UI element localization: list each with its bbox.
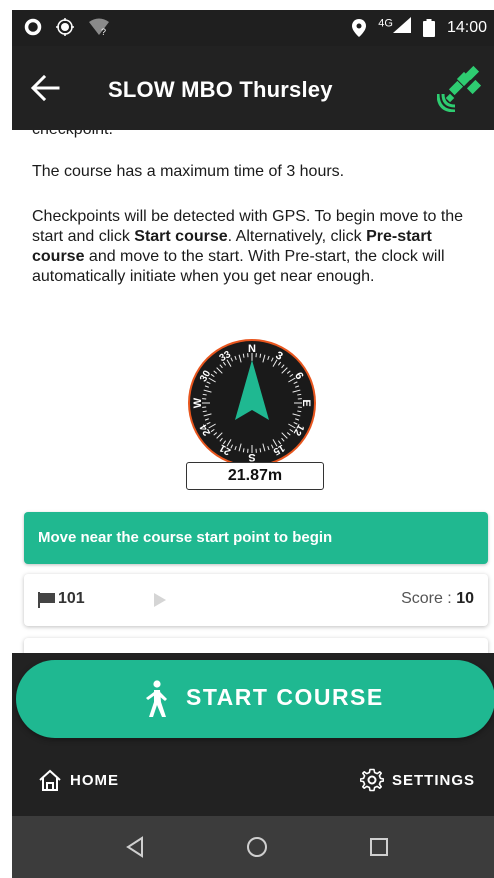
compass-tick	[202, 393, 207, 396]
start-course-button[interactable]: START COURSE	[16, 660, 494, 738]
course-content[interactable]: checkpoint. The course has a maximum tim…	[12, 130, 494, 660]
nav-home-label: HOME	[70, 771, 119, 789]
compass-label: N	[248, 343, 256, 355]
compass-tick	[259, 353, 262, 358]
page-title: SLOW MBO Thursley	[108, 77, 333, 102]
bottom-panel: START COURSE HOME SETTINGS	[12, 653, 494, 816]
home-icon	[39, 769, 61, 791]
location-target-icon	[56, 18, 74, 36]
status-time: 14:00	[446, 18, 487, 36]
checkpoint-card[interactable]: 101 Score : 10	[24, 574, 488, 626]
walking-person-icon	[146, 680, 167, 717]
home-circle-icon[interactable]	[244, 834, 270, 860]
gps-instructions: Checkpoints will be detected with GPS. T…	[32, 207, 487, 287]
status-bar: ? 4G 14:00	[12, 10, 494, 46]
nav-home[interactable]: HOME	[38, 766, 119, 794]
status-left-icons: ?	[24, 18, 110, 36]
instruction-bold-start: Start course	[134, 228, 228, 245]
compass-label: W	[192, 397, 204, 408]
nav-settings-label: SETTINGS	[391, 771, 475, 789]
start-course-label: START COURSE	[186, 684, 384, 710]
recent-apps-icon[interactable]	[366, 834, 392, 860]
distance-readout: 21.87m	[186, 462, 324, 490]
compass-dial: N36E1215S2124W3033	[188, 339, 316, 467]
app-bar: SLOW MBO Thursley	[12, 46, 494, 130]
svg-text:?: ?	[101, 27, 106, 36]
compass-label: E	[300, 399, 312, 406]
play-icon[interactable]	[154, 593, 166, 607]
instruction-text: and move to the start. With Pre-start, t…	[32, 248, 445, 285]
phone-screen: ? 4G 14:00 SLOW MBO Thursley The course …	[12, 10, 494, 878]
max-time-text: The course has a maximum time of 3 hours…	[32, 163, 345, 180]
nav-settings[interactable]: SETTINGS	[359, 766, 475, 794]
compass-tick	[202, 410, 207, 413]
compass-tick	[297, 410, 302, 413]
battery-icon	[422, 18, 435, 37]
arrow-left-icon[interactable]	[30, 74, 60, 102]
cell-signal-icon	[392, 17, 411, 33]
compass-tick	[259, 448, 262, 453]
satellite-signal-icon[interactable]	[437, 64, 485, 112]
start-point-banner: Move near the course start point to begi…	[24, 512, 488, 564]
checkpoint-id: 101	[58, 590, 85, 607]
flag-icon	[38, 592, 55, 608]
compass-tick	[297, 393, 302, 396]
checkpoint-score: Score : 10	[401, 590, 474, 608]
compass-tick	[242, 353, 245, 358]
gear-icon	[359, 768, 384, 792]
instruction-text: . Alternatively, click	[227, 228, 367, 245]
location-pin-icon	[352, 18, 367, 37]
score-label: Score :	[401, 590, 457, 607]
score-value: 10	[456, 590, 474, 607]
compass-tick	[242, 448, 245, 453]
instruction-partial: checkpoint.	[32, 130, 487, 140]
back-triangle-icon[interactable]	[122, 834, 148, 860]
network-type: 4G	[378, 17, 411, 38]
notification-ring-icon	[24, 18, 42, 36]
system-navigation-bar	[12, 816, 494, 878]
status-right-icons: 4G 14:00	[352, 17, 487, 38]
wifi-unknown-icon: ?	[89, 18, 109, 36]
